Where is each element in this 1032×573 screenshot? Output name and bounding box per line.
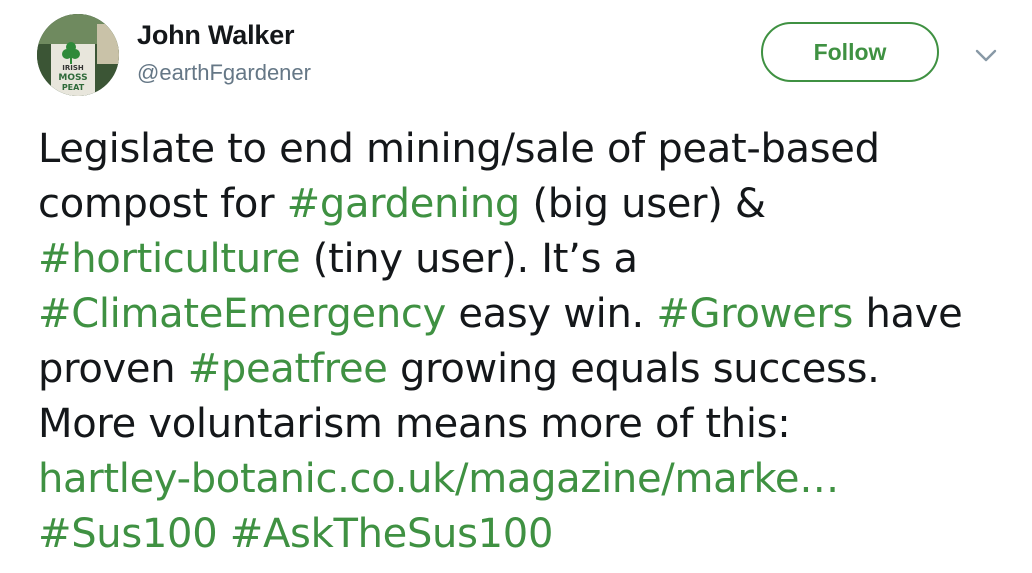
avatar-image: IRISH MOSS PEAT xyxy=(37,14,119,96)
tweet-line: proven #peatfree growing equals success. xyxy=(38,342,1018,397)
hashtag-link[interactable]: #peatfree xyxy=(188,346,388,392)
hashtag-link[interactable]: #gardening xyxy=(287,181,521,227)
hashtag-link[interactable]: #ClimateEmergency xyxy=(38,291,446,337)
hashtag-link[interactable]: #AskTheSus100 xyxy=(230,511,554,557)
svg-text:MOSS: MOSS xyxy=(58,73,87,83)
tweet-line: More voluntarism means more of this: xyxy=(38,397,1018,452)
chevron-down-icon[interactable] xyxy=(972,44,1000,66)
tweet-text-segment: (big user) & xyxy=(520,181,766,227)
tweet-line: compost for #gardening (big user) & xyxy=(38,177,1018,232)
tweet-text-segment: compost for xyxy=(38,181,287,227)
tweet-text-segment: easy win. xyxy=(445,291,657,337)
tweet-text-segment: Legislate to end mining/sale of peat-bas… xyxy=(38,126,880,172)
tweet-text: Legislate to end mining/sale of peat-bas… xyxy=(38,122,1018,562)
avatar[interactable]: IRISH MOSS PEAT xyxy=(37,14,119,96)
tweet-text-segment: have xyxy=(853,291,963,337)
tweet-line: #Sus100 #AskTheSus100 xyxy=(38,507,1018,562)
follow-button[interactable]: Follow xyxy=(761,22,939,82)
tweet-line: Legislate to end mining/sale of peat-bas… xyxy=(38,122,1018,177)
tweet-text-segment: proven xyxy=(38,346,188,392)
url-link[interactable]: hartley-botanic.co.uk/magazine/marke… xyxy=(38,456,839,502)
tweet-text-segment: (tiny user). It’s a xyxy=(300,236,638,282)
tweet-text-segment: More voluntarism means more of this: xyxy=(38,401,791,447)
tweet-text-segment xyxy=(217,511,229,557)
svg-text:PEAT: PEAT xyxy=(62,83,85,92)
hashtag-link[interactable]: #Sus100 xyxy=(38,511,218,557)
tweet-line: hartley-botanic.co.uk/magazine/marke… xyxy=(38,452,1018,507)
hashtag-link[interactable]: #Growers xyxy=(656,291,853,337)
tweet-line: #ClimateEmergency easy win. #Growers hav… xyxy=(38,287,1018,342)
user-handle[interactable]: @earthFgardener xyxy=(137,60,311,86)
tweet-card: IRISH MOSS PEAT John Walker @earthFgarde… xyxy=(0,0,1032,573)
svg-text:IRISH: IRISH xyxy=(62,64,84,72)
display-name[interactable]: John Walker xyxy=(137,20,295,51)
tweet-text-segment: growing equals success. xyxy=(387,346,880,392)
hashtag-link[interactable]: #horticulture xyxy=(38,236,301,282)
tweet-line: #horticulture (tiny user). It’s a xyxy=(38,232,1018,287)
